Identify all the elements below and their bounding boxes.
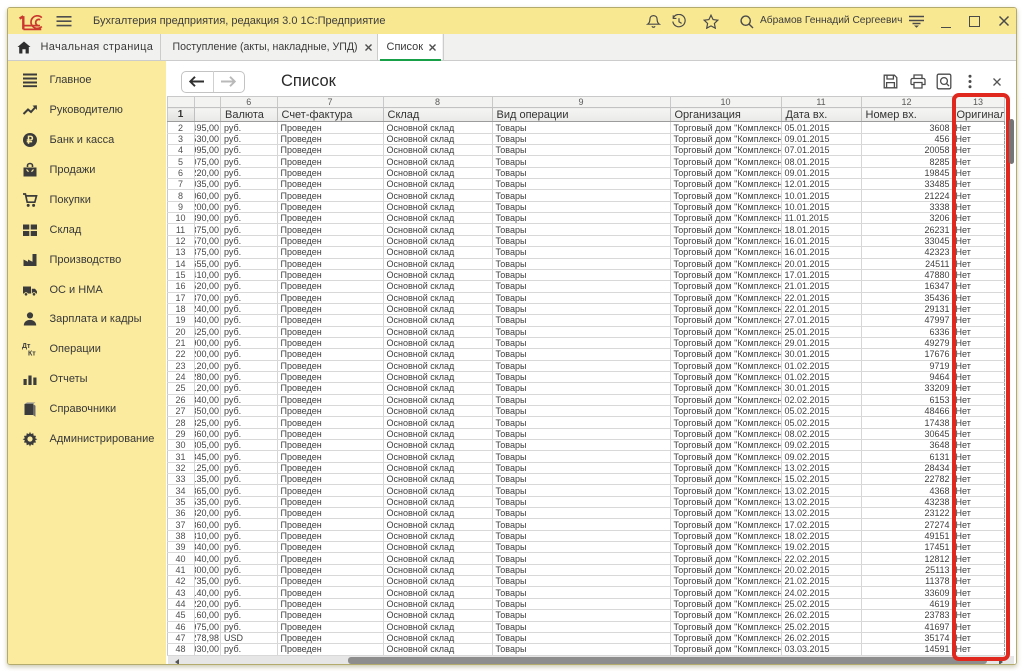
svg-text:Дт: Дт bbox=[22, 343, 31, 350]
svg-text:Кт: Кт bbox=[28, 351, 36, 358]
svg-text:₽: ₽ bbox=[27, 134, 34, 146]
